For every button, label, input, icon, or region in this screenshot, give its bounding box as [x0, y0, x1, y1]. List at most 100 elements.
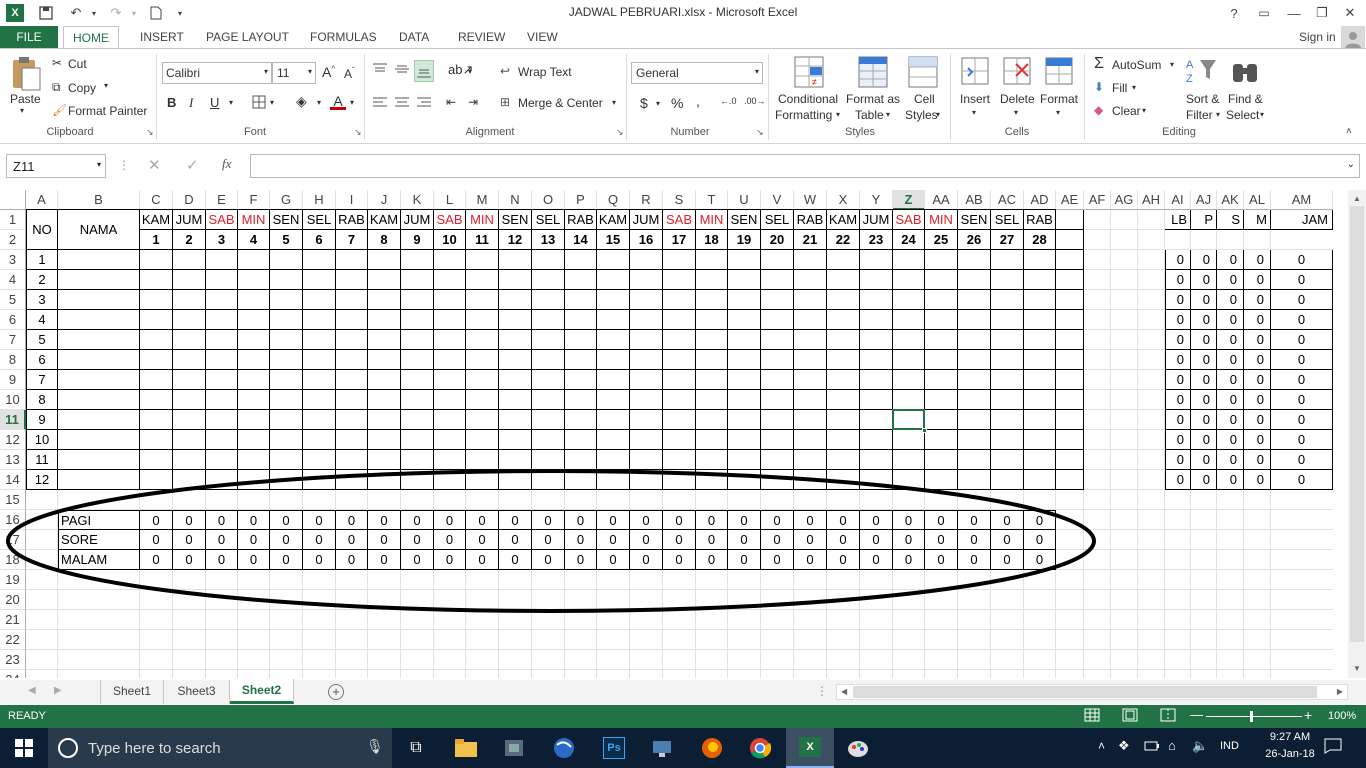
tab-formulas[interactable]: FORMULAS [301, 26, 386, 49]
shift-count[interactable]: 0 [206, 510, 238, 530]
table-cell[interactable] [663, 270, 696, 290]
table-cell[interactable] [368, 430, 401, 450]
table-cell[interactable] [794, 310, 827, 330]
table-cell[interactable] [466, 250, 499, 270]
increase-indent-icon[interactable]: ⇥ [468, 95, 478, 109]
summary-value-s[interactable]: 0 [1217, 290, 1244, 310]
table-cell[interactable] [893, 430, 925, 450]
table-cell[interactable] [140, 370, 173, 390]
day-header[interactable]: SAB [206, 210, 238, 230]
shift-count[interactable]: 0 [565, 510, 597, 530]
table-cell[interactable] [434, 450, 466, 470]
shift-count[interactable]: 0 [368, 510, 401, 530]
table-cell[interactable] [630, 430, 663, 450]
day-header[interactable]: SEN [499, 210, 532, 230]
shift-count[interactable]: 0 [336, 530, 368, 550]
table-cell[interactable] [499, 290, 532, 310]
row-header-7[interactable]: 7 [0, 330, 26, 350]
column-header-r[interactable]: R [630, 190, 663, 210]
number-launcher-icon[interactable]: ↘ [756, 127, 764, 138]
table-cell[interactable] [1056, 470, 1084, 490]
font-color-dropdown-icon[interactable]: ▾ [350, 98, 354, 107]
date-header[interactable]: 3 [206, 230, 238, 250]
decrease-decimal-icon[interactable]: .00→ [744, 96, 766, 106]
table-cell[interactable] [696, 270, 728, 290]
page-layout-view-icon[interactable] [1122, 708, 1138, 725]
table-cell[interactable] [728, 450, 761, 470]
row-header-22[interactable]: 22 [0, 630, 26, 650]
table-cell[interactable] [532, 250, 565, 270]
table-cell[interactable] [434, 390, 466, 410]
shift-count[interactable]: 0 [794, 530, 827, 550]
table-cell[interactable] [827, 370, 860, 390]
table-cell[interactable] [499, 250, 532, 270]
summary-value-p[interactable]: 0 [1191, 430, 1217, 450]
clear-dropdown-icon[interactable]: ▾ [1142, 106, 1146, 115]
shift-count[interactable]: 0 [532, 530, 565, 550]
table-cell[interactable] [238, 390, 270, 410]
shift-count[interactable]: 0 [827, 550, 860, 570]
table-cell[interactable] [565, 390, 597, 410]
date-header[interactable]: 18 [696, 230, 728, 250]
day-header[interactable]: SEL [532, 210, 565, 230]
table-cell[interactable] [466, 290, 499, 310]
column-header-c[interactable]: C [140, 190, 173, 210]
table-cell[interactable] [696, 330, 728, 350]
summary-value-lb[interactable]: 0 [1165, 430, 1191, 450]
day-header[interactable]: MIN [925, 210, 958, 230]
table-cell[interactable] [663, 330, 696, 350]
column-header-n[interactable]: N [499, 190, 532, 210]
table-cell[interactable] [630, 410, 663, 430]
table-cell[interactable] [58, 370, 140, 390]
page-break-view-icon[interactable] [1160, 708, 1176, 725]
table-cell[interactable] [270, 350, 303, 370]
table-cell[interactable] [58, 430, 140, 450]
zoom-level[interactable]: 100% [1328, 710, 1356, 722]
shift-count[interactable]: 0 [434, 550, 466, 570]
shift-count[interactable]: 0 [761, 510, 794, 530]
shift-count[interactable]: 0 [303, 550, 336, 570]
table-cell[interactable] [991, 350, 1024, 370]
shift-count[interactable]: 0 [925, 530, 958, 550]
sheet-tab-sheet1[interactable]: Sheet1 [100, 680, 164, 704]
fill-handle[interactable] [922, 428, 927, 433]
table-cell[interactable] [466, 310, 499, 330]
column-header-b[interactable]: B [58, 190, 140, 210]
table-cell[interactable] [368, 390, 401, 410]
number-format-dropdown-icon[interactable]: ▾ [755, 67, 759, 76]
row-number[interactable]: 3 [26, 290, 58, 310]
day-header[interactable]: SEN [958, 210, 991, 230]
table-cell[interactable] [728, 290, 761, 310]
date-header[interactable]: 5 [270, 230, 303, 250]
table-cell[interactable] [761, 250, 794, 270]
shift-count[interactable]: 0 [597, 550, 630, 570]
table-cell[interactable] [238, 290, 270, 310]
scroll-down-icon[interactable]: ▼ [1353, 664, 1361, 673]
table-cell[interactable] [893, 250, 925, 270]
summary-value-jam[interactable]: 0 [1271, 250, 1333, 270]
table-cell[interactable] [565, 310, 597, 330]
table-cell[interactable] [499, 330, 532, 350]
cell-styles-dropdown-icon[interactable]: ▾ [936, 110, 940, 119]
table-cell[interactable] [238, 430, 270, 450]
column-header-t[interactable]: T [696, 190, 728, 210]
row-number[interactable]: 4 [26, 310, 58, 330]
app-icon[interactable] [490, 728, 538, 768]
table-cell[interactable] [368, 330, 401, 350]
table-cell[interactable] [1024, 270, 1056, 290]
table-cell[interactable] [1024, 330, 1056, 350]
shift-count[interactable]: 0 [173, 550, 206, 570]
shift-count[interactable]: 0 [893, 510, 925, 530]
row-header-10[interactable]: 10 [0, 390, 26, 410]
shift-count[interactable]: 0 [1024, 550, 1056, 570]
summary-value-m[interactable]: 0 [1244, 250, 1271, 270]
network-icon[interactable]: ⌂ [1168, 738, 1176, 753]
summary-value-p[interactable]: 0 [1191, 310, 1217, 330]
table-cell[interactable] [630, 310, 663, 330]
table-cell[interactable] [499, 350, 532, 370]
table-cell[interactable] [1056, 450, 1084, 470]
tab-split-grip-icon[interactable]: ⋮ [816, 684, 828, 698]
table-cell[interactable] [893, 330, 925, 350]
table-cell[interactable] [206, 310, 238, 330]
table-cell[interactable] [958, 270, 991, 290]
